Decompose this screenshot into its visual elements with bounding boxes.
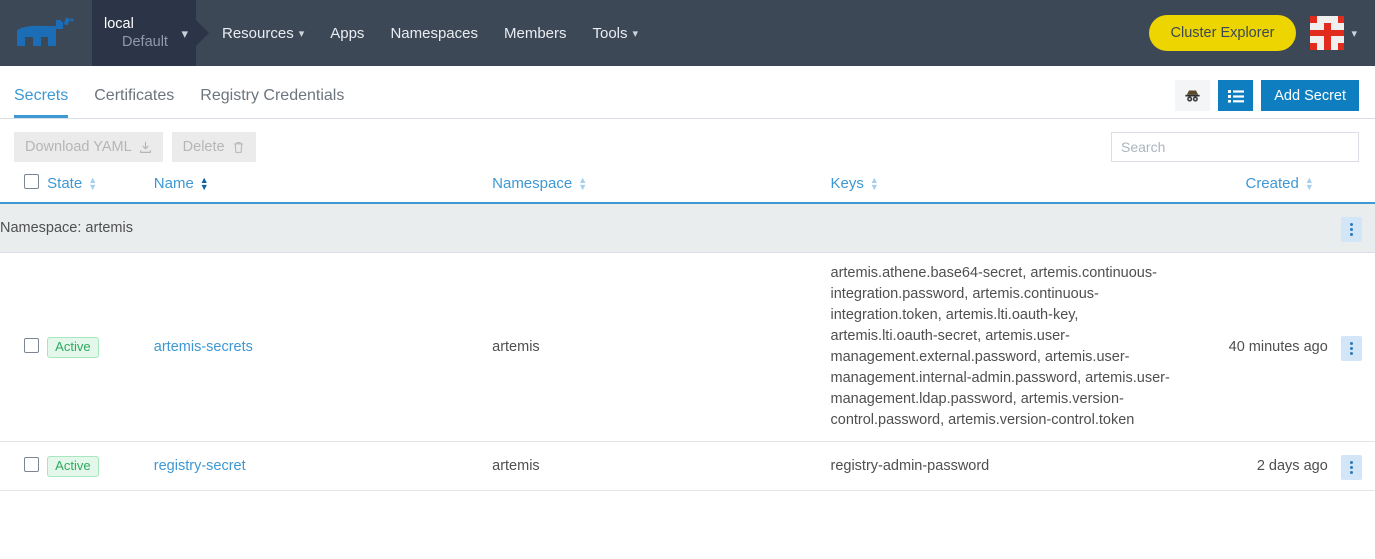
row-name-cell: registry-secret: [154, 442, 492, 491]
rancher-cow-logo: [15, 16, 77, 50]
table-row[interactable]: Active registry-secret artemis registry-…: [0, 442, 1375, 491]
column-header-namespace[interactable]: Namespace ▲▼: [492, 162, 830, 203]
chevron-down-icon: ▾: [299, 27, 305, 40]
nav-item-members[interactable]: Members: [504, 25, 567, 42]
search-input[interactable]: [1111, 132, 1359, 162]
nav-right-group: Cluster Explorer ▾: [1149, 0, 1375, 66]
cluster-explorer-button[interactable]: Cluster Explorer: [1149, 15, 1297, 51]
nav-item-tools[interactable]: Tools ▾: [593, 25, 639, 42]
column-label: Namespace: [492, 175, 572, 192]
tab-registry-credentials[interactable]: Registry Credentials: [200, 86, 344, 118]
column-header-actions: [1328, 162, 1375, 203]
status-badge: Active: [47, 456, 98, 477]
secrets-table: State ▲▼ Name ▲▼ Namespace ▲▼ Keys: [0, 162, 1375, 491]
nav-item-label: Resources: [222, 25, 294, 42]
row-actions-cell: [1328, 442, 1375, 491]
row-state-cell: Active: [47, 253, 154, 442]
user-identicon-avatar: [1310, 16, 1344, 50]
secret-view-toggle-button[interactable]: [1175, 80, 1210, 111]
tab-bar: Secrets Certificates Registry Credential…: [0, 66, 1375, 119]
top-navigation-bar: local Default ▾ Resources ▾ Apps Namespa…: [0, 0, 1375, 66]
kebab-menu-icon[interactable]: [1341, 217, 1362, 242]
trash-icon: [232, 141, 245, 154]
group-by-namespace-button[interactable]: [1218, 80, 1253, 111]
kebab-menu-icon[interactable]: [1341, 455, 1362, 480]
table-row[interactable]: Active artemis-secrets artemis artemis.a…: [0, 253, 1375, 442]
download-yaml-label: Download YAML: [25, 139, 132, 155]
column-label: Created: [1245, 175, 1298, 192]
row-select-cell: [0, 253, 47, 442]
nav-menu: Resources ▾ Apps Namespaces Members Tool…: [222, 0, 638, 66]
delete-label: Delete: [183, 139, 225, 155]
row-namespace-cell: artemis: [492, 253, 830, 442]
tab-actions: Add Secret: [1175, 80, 1359, 118]
row-select-cell: [0, 442, 47, 491]
row-actions-cell: [1328, 253, 1375, 442]
group-row-label: Namespace: artemis: [0, 203, 1328, 253]
select-all-header: [0, 162, 47, 203]
tab-certificates[interactable]: Certificates: [94, 86, 174, 118]
cluster-selector[interactable]: local Default ▾: [92, 0, 196, 66]
column-label: Name: [154, 175, 194, 192]
table-header: State ▲▼ Name ▲▼ Namespace ▲▼ Keys: [0, 162, 1375, 203]
user-menu[interactable]: ▾: [1310, 16, 1357, 50]
sort-icon: ▲▼: [200, 177, 209, 191]
delete-button[interactable]: Delete: [172, 132, 256, 162]
column-header-name[interactable]: Name ▲▼: [154, 162, 492, 203]
bulk-action-bar: Download YAML Delete: [0, 119, 1375, 162]
row-checkbox[interactable]: [24, 457, 39, 472]
add-secret-button[interactable]: Add Secret: [1261, 80, 1359, 111]
nav-item-label: Members: [504, 25, 567, 42]
secret-name-link[interactable]: registry-secret: [154, 458, 246, 474]
sort-icon: ▲▼: [1305, 177, 1314, 191]
row-created-cell: 2 days ago: [1184, 442, 1328, 491]
status-badge: Active: [47, 337, 98, 358]
tab-secrets[interactable]: Secrets: [14, 86, 68, 118]
nav-item-label: Namespaces: [390, 25, 478, 42]
table-body: Namespace: artemis Active artemis-secret…: [0, 203, 1375, 491]
secret-name-link[interactable]: artemis-secrets: [154, 339, 253, 355]
download-icon: [139, 141, 152, 154]
select-all-checkbox[interactable]: [24, 174, 39, 189]
group-row-namespace: Namespace: artemis: [0, 203, 1375, 253]
row-keys-cell: artemis.athene.base64-secret, artemis.co…: [831, 253, 1185, 442]
nav-item-label: Tools: [593, 25, 628, 42]
nav-item-namespaces[interactable]: Namespaces: [390, 25, 478, 42]
sort-icon: ▲▼: [870, 177, 879, 191]
group-row-actions: [1328, 203, 1375, 253]
download-yaml-button[interactable]: Download YAML: [14, 132, 163, 162]
row-name-cell: artemis-secrets: [154, 253, 492, 442]
column-header-keys[interactable]: Keys ▲▼: [831, 162, 1185, 203]
sort-icon: ▲▼: [578, 177, 587, 191]
column-label: Keys: [831, 175, 864, 192]
column-header-state[interactable]: State ▲▼: [47, 162, 154, 203]
row-keys-cell: registry-admin-password: [831, 442, 1185, 491]
nav-item-label: Apps: [330, 25, 364, 42]
chevron-down-icon: ▾: [181, 26, 188, 42]
row-checkbox[interactable]: [24, 338, 39, 353]
row-namespace-cell: artemis: [492, 442, 830, 491]
column-header-created[interactable]: Created ▲▼: [1184, 162, 1328, 203]
row-created-cell: 40 minutes ago: [1184, 253, 1328, 442]
rancher-logo[interactable]: [0, 0, 92, 66]
tab-list: Secrets Certificates Registry Credential…: [14, 66, 344, 118]
sort-icon: ▲▼: [88, 177, 97, 191]
nav-item-apps[interactable]: Apps: [330, 25, 364, 42]
nav-item-resources[interactable]: Resources ▾: [222, 25, 304, 42]
spy-incognito-icon: [1184, 87, 1201, 104]
chevron-down-icon: ▾: [1351, 27, 1357, 40]
kebab-menu-icon[interactable]: [1341, 336, 1362, 361]
column-label: State: [47, 175, 82, 192]
chevron-down-icon: ▾: [633, 27, 639, 40]
row-state-cell: Active: [47, 442, 154, 491]
group-by-list-icon: [1228, 88, 1244, 104]
